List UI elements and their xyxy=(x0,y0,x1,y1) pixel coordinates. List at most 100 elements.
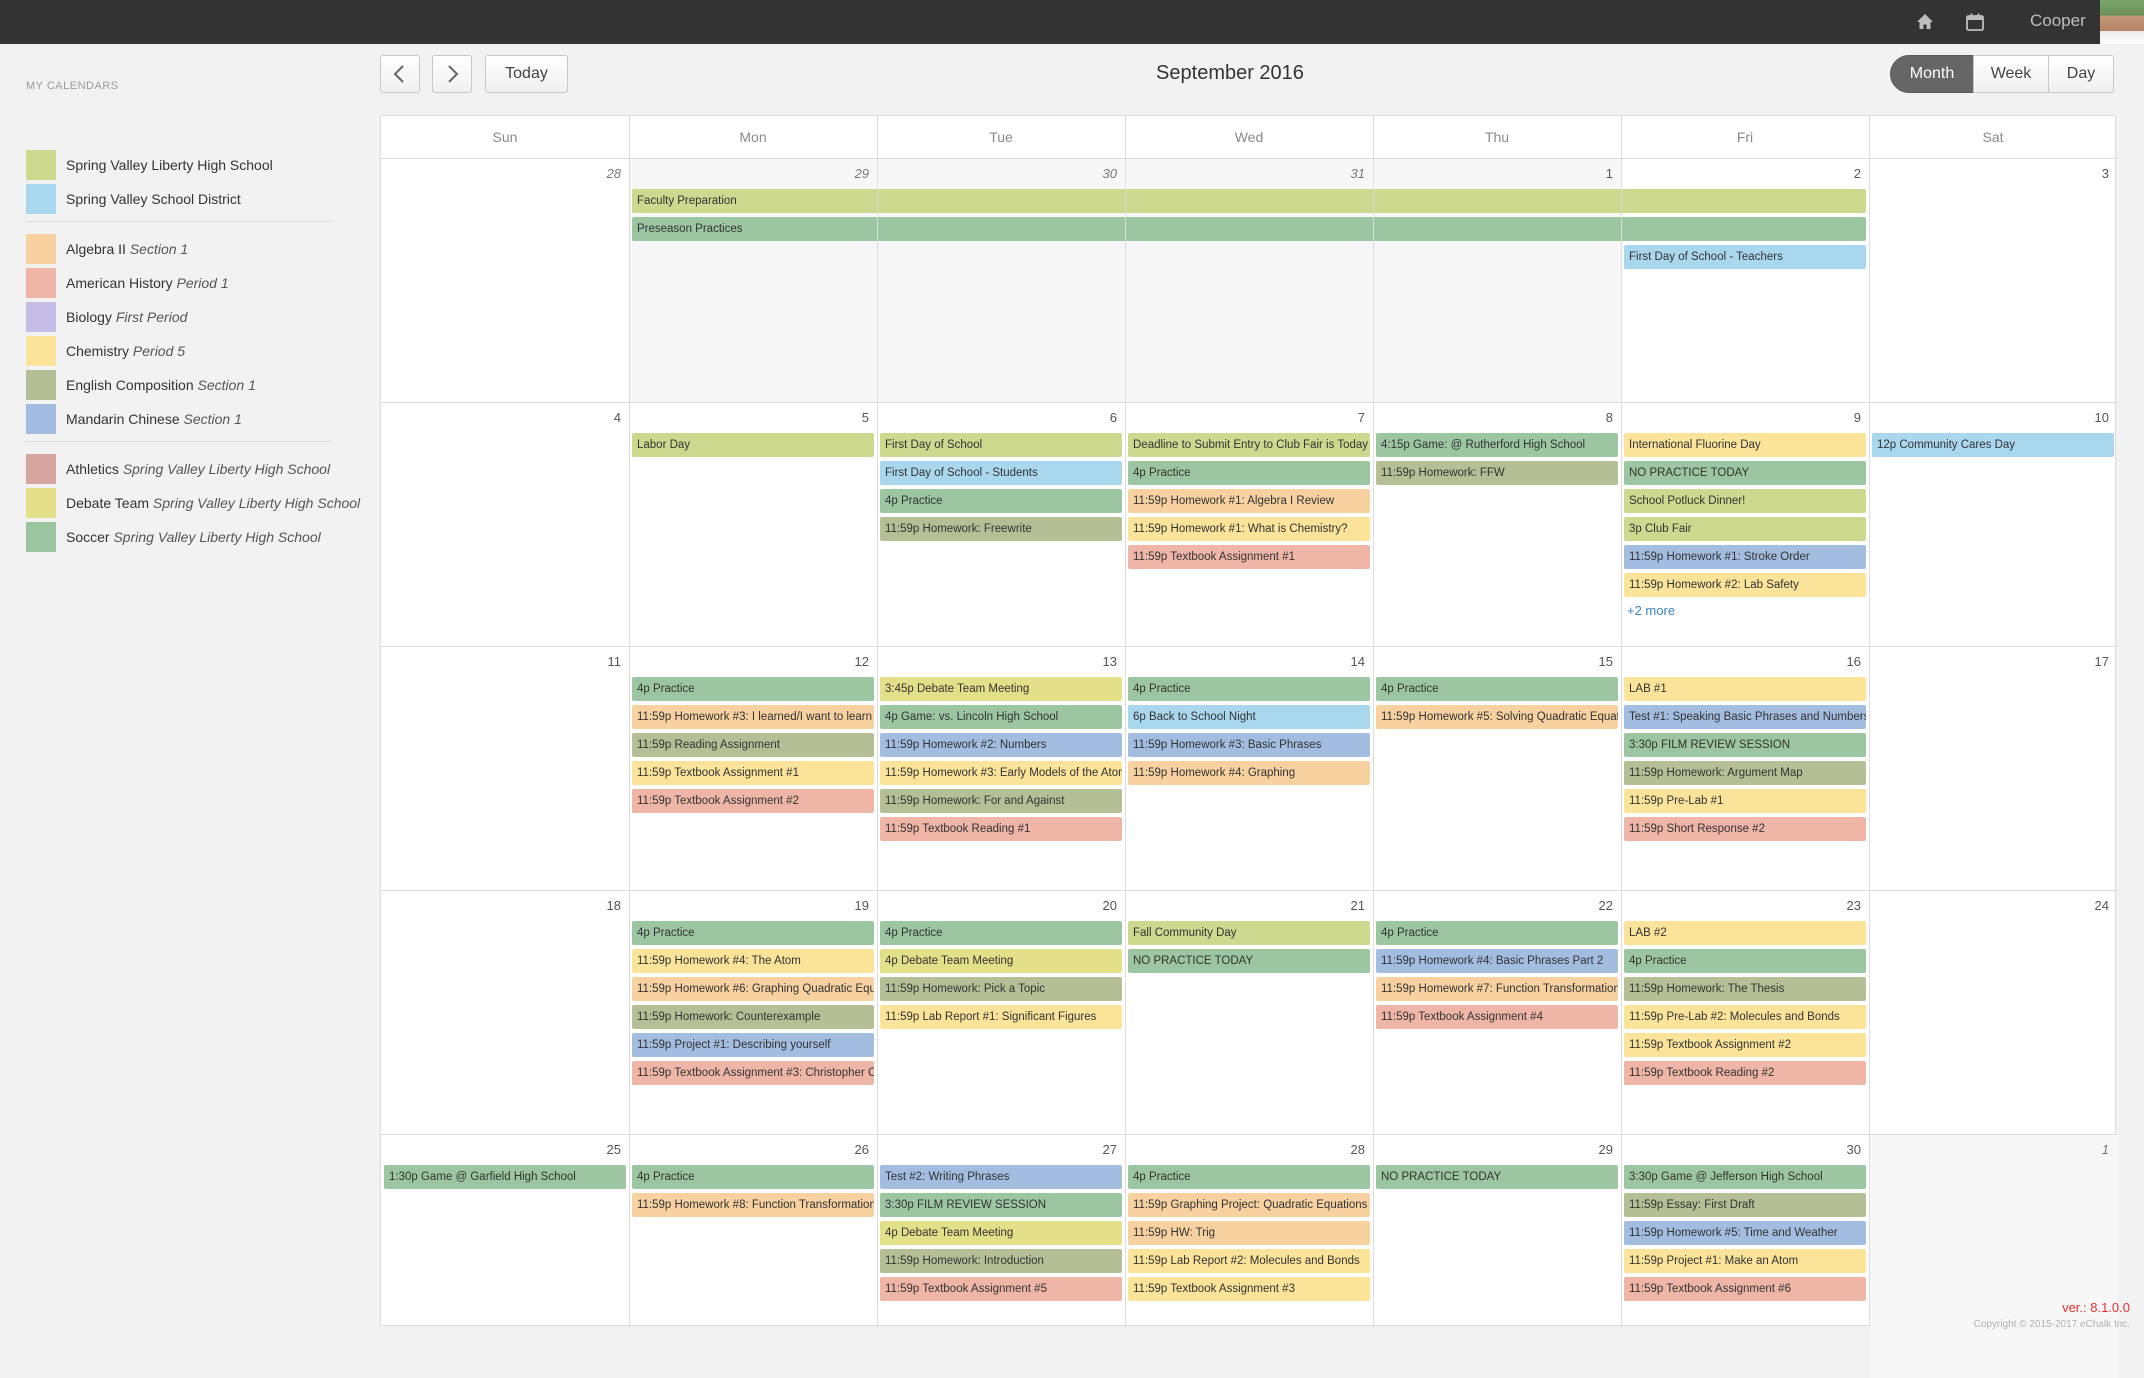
calendar-event[interactable]: School Potluck Dinner! xyxy=(1624,489,1866,513)
calendar-color-swatch[interactable] xyxy=(26,336,56,366)
day-number[interactable]: 15 xyxy=(1573,654,1613,669)
calendar-event[interactable]: 11:59p Homework: The Thesis xyxy=(1624,977,1866,1001)
calendar-event[interactable]: 4p Debate Team Meeting xyxy=(880,1221,1122,1245)
calendar-event[interactable]: 11:59p Homework: Counterexample xyxy=(632,1005,874,1029)
calendar-item[interactable]: Biology First Period xyxy=(26,302,356,332)
prev-month-button[interactable] xyxy=(380,55,420,93)
user-name[interactable]: Cooper xyxy=(2030,11,2086,31)
calendar-event[interactable]: First Day of School - Students xyxy=(880,461,1122,485)
calendar-event[interactable]: 4p Debate Team Meeting xyxy=(880,949,1122,973)
day-number[interactable]: 30 xyxy=(1821,1142,1861,1157)
calendar-item[interactable]: Algebra II Section 1 xyxy=(26,234,356,264)
calendar-event[interactable]: 11:59p Homework: FFW xyxy=(1376,461,1618,485)
calendar-event[interactable]: 3:30p FILM REVIEW SESSION xyxy=(1624,733,1866,757)
calendar-event[interactable]: 3:30p Game @ Jefferson High School xyxy=(1624,1165,1866,1189)
day-number[interactable]: 1 xyxy=(1573,166,1613,181)
calendar-color-swatch[interactable] xyxy=(26,234,56,264)
calendar-event[interactable]: 11:59p Textbook Reading #2 xyxy=(1624,1061,1866,1085)
day-number[interactable]: 14 xyxy=(1325,654,1365,669)
calendar-event[interactable]: 11:59p Homework #4: The Atom xyxy=(632,949,874,973)
day-number[interactable]: 22 xyxy=(1573,898,1613,913)
calendar-event[interactable]: Test #1: Speaking Basic Phrases and Numb… xyxy=(1624,705,1866,729)
calendar-event[interactable]: 11:59p Homework #4: Basic Phrases Part 2 xyxy=(1376,949,1618,973)
day-cell-shaded[interactable] xyxy=(1870,1135,2117,1378)
day-number[interactable]: 12 xyxy=(829,654,869,669)
day-number[interactable]: 19 xyxy=(829,898,869,913)
calendar-event[interactable]: 4p Practice xyxy=(1128,677,1370,701)
day-number[interactable]: 28 xyxy=(581,166,621,181)
calendar-color-swatch[interactable] xyxy=(26,302,56,332)
calendar-color-swatch[interactable] xyxy=(26,404,56,434)
calendar-event[interactable]: 11:59p Textbook Assignment #4 xyxy=(1376,1005,1618,1029)
calendar-event[interactable]: First Day of School - Teachers xyxy=(1624,245,1866,269)
calendar-event[interactable]: 4p Practice xyxy=(1128,461,1370,485)
calendar-event[interactable]: LAB #2 xyxy=(1624,921,1866,945)
day-number[interactable]: 21 xyxy=(1325,898,1365,913)
calendar-event[interactable]: 4p Practice xyxy=(1376,921,1618,945)
calendar-event[interactable]: 11:59p Textbook Reading #1 xyxy=(880,817,1122,841)
calendar-event[interactable]: 11:59p Project #1: Describing yourself xyxy=(632,1033,874,1057)
calendar-event[interactable]: 11:59p Lab Report #1: Significant Figure… xyxy=(880,1005,1122,1029)
day-number[interactable]: 31 xyxy=(1325,166,1365,181)
calendar-event[interactable]: 11:59p Homework #6: Graphing Quadratic E… xyxy=(632,977,874,1001)
calendar-event[interactable]: 11:59p Pre-Lab #2: Molecules and Bonds xyxy=(1624,1005,1866,1029)
day-number[interactable]: 28 xyxy=(1325,1142,1365,1157)
calendar-event[interactable]: NO PRACTICE TODAY xyxy=(1128,949,1370,973)
day-number[interactable]: 20 xyxy=(1077,898,1117,913)
calendar-event[interactable]: 3:45p Debate Team Meeting xyxy=(880,677,1122,701)
calendar-event[interactable]: 11:59p Homework #5: Solving Quadratic Eq… xyxy=(1376,705,1618,729)
calendar-icon[interactable] xyxy=(1965,12,1985,32)
day-number[interactable]: 10 xyxy=(2069,410,2109,425)
calendar-event[interactable]: 3:30p FILM REVIEW SESSION xyxy=(880,1193,1122,1217)
calendar-item[interactable]: Soccer Spring Valley Liberty High School xyxy=(26,522,356,552)
calendar-event[interactable]: 4p Practice xyxy=(880,921,1122,945)
calendar-event[interactable]: 1:30p Game @ Garfield High School xyxy=(384,1165,626,1189)
day-number[interactable]: 27 xyxy=(1077,1142,1117,1157)
calendar-event[interactable]: First Day of School xyxy=(880,433,1122,457)
calendar-event[interactable]: 4p Practice xyxy=(1128,1165,1370,1189)
calendar-event[interactable]: 11:59p Textbook Assignment #3 xyxy=(1128,1277,1370,1301)
calendar-event[interactable]: 4p Practice xyxy=(1376,677,1618,701)
calendar-event[interactable]: 11:59p Short Response #2 xyxy=(1624,817,1866,841)
more-events-link[interactable]: +2 more xyxy=(1627,603,1675,618)
calendar-event[interactable]: 11:59p Homework #3: I learned/I want to … xyxy=(632,705,874,729)
next-month-button[interactable] xyxy=(432,55,472,93)
day-number[interactable]: 9 xyxy=(1821,410,1861,425)
calendar-item[interactable]: Athletics Spring Valley Liberty High Sch… xyxy=(26,454,356,484)
calendar-event[interactable]: 11:59p Textbook Assignment #2 xyxy=(1624,1033,1866,1057)
calendar-event[interactable]: 11:59p Textbook Assignment #2 xyxy=(632,789,874,813)
calendar-event[interactable]: 11:59p Essay: First Draft xyxy=(1624,1193,1866,1217)
calendar-event[interactable]: 11:59p Homework: Introduction xyxy=(880,1249,1122,1273)
calendar-event[interactable]: 11:59p Homework: Pick a Topic xyxy=(880,977,1122,1001)
calendar-item[interactable]: Spring Valley Liberty High School xyxy=(26,150,356,180)
day-number[interactable]: 4 xyxy=(581,410,621,425)
calendar-event[interactable]: 4p Practice xyxy=(632,677,874,701)
calendar-color-swatch[interactable] xyxy=(26,454,56,484)
today-button[interactable]: Today xyxy=(485,55,568,93)
calendar-item[interactable]: Chemistry Period 5 xyxy=(26,336,356,366)
calendar-event[interactable]: 11:59p Reading Assignment xyxy=(632,733,874,757)
calendar-event[interactable]: 11:59p Textbook Assignment #3: Christoph… xyxy=(632,1061,874,1085)
calendar-event[interactable]: 11:59p Homework: Argument Map xyxy=(1624,761,1866,785)
day-number[interactable]: 3 xyxy=(2069,166,2109,181)
calendar-event[interactable]: 4p Practice xyxy=(632,1165,874,1189)
calendar-event[interactable]: NO PRACTICE TODAY xyxy=(1376,1165,1618,1189)
day-number[interactable]: 2 xyxy=(1821,166,1861,181)
calendar-event[interactable]: 11:59p Homework #1: Stroke Order xyxy=(1624,545,1866,569)
day-number[interactable]: 26 xyxy=(829,1142,869,1157)
calendar-event[interactable]: 11:59p Homework #2: Lab Safety xyxy=(1624,573,1866,597)
calendar-color-swatch[interactable] xyxy=(26,184,56,214)
day-number[interactable]: 8 xyxy=(1573,410,1613,425)
calendar-event[interactable]: LAB #1 xyxy=(1624,677,1866,701)
home-icon[interactable] xyxy=(1915,12,1935,32)
calendar-event[interactable]: 11:59p Textbook Assignment #5 xyxy=(880,1277,1122,1301)
calendar-event[interactable]: 11:59p Textbook Assignment #6 xyxy=(1624,1277,1866,1301)
calendar-event[interactable]: 11:59p Homework: Freewrite xyxy=(880,517,1122,541)
day-number[interactable]: 16 xyxy=(1821,654,1861,669)
calendar-event[interactable]: Labor Day xyxy=(632,433,874,457)
calendar-event[interactable]: 11:59p Textbook Assignment #1 xyxy=(632,761,874,785)
day-number[interactable]: 25 xyxy=(581,1142,621,1157)
day-number[interactable]: 11 xyxy=(581,654,622,669)
calendar-color-swatch[interactable] xyxy=(26,150,56,180)
calendar-event[interactable]: 4p Practice xyxy=(1624,949,1866,973)
